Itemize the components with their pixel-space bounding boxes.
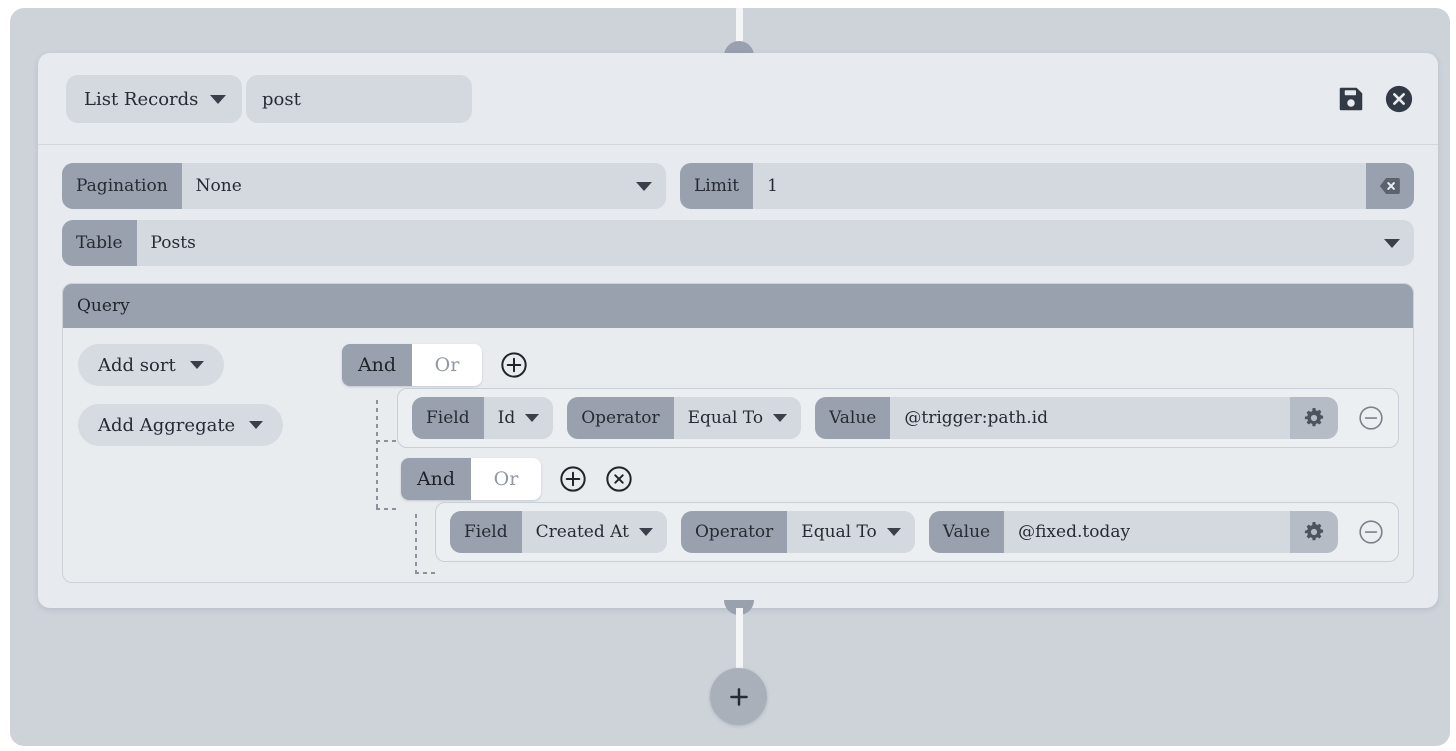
chevron-down-icon — [638, 528, 653, 536]
chevron-down-icon — [773, 414, 788, 422]
value-value: @trigger:path.id — [904, 408, 1048, 428]
field-label: Field — [450, 511, 522, 553]
field-label: Field — [412, 397, 484, 439]
close-circle-icon[interactable] — [1384, 84, 1414, 114]
condition-row: Field Id Operator Equal To Value @trigge… — [397, 388, 1399, 448]
value-label: Value — [815, 397, 891, 439]
condition-field-select[interactable]: Field Id — [412, 397, 554, 439]
add-step-button[interactable] — [710, 668, 767, 725]
condition-group-nested: And Or — [401, 458, 1399, 500]
list-records-node-card: List Records post Pagination None Limit … — [38, 53, 1438, 608]
operator-value: Equal To — [687, 408, 764, 428]
condition-field-select[interactable]: Field Created At — [450, 511, 667, 553]
save-icon[interactable] — [1336, 84, 1366, 114]
node-name-value: post — [262, 88, 301, 110]
query-builder: Add sort Add Aggregate And Or Field Id O… — [63, 328, 1413, 582]
plus-circle-icon[interactable] — [559, 465, 587, 493]
chevron-down-icon — [525, 414, 540, 422]
conjunction-or-option[interactable]: Or — [412, 344, 482, 386]
conjunction-and-option[interactable]: And — [401, 458, 471, 500]
pagination-label: Pagination — [62, 163, 182, 209]
chevron-down-icon — [886, 528, 901, 536]
chevron-down-icon — [210, 94, 227, 104]
chevron-down-icon — [189, 361, 204, 369]
gear-icon[interactable] — [1290, 511, 1338, 553]
pagination-limit-row: Pagination None Limit 1 — [62, 163, 1414, 209]
node-header: List Records post — [38, 53, 1438, 145]
pagination-value: None — [195, 176, 242, 196]
plus-circle-icon[interactable] — [500, 351, 528, 379]
condition-operator-select[interactable]: Operator Equal To — [680, 511, 915, 553]
conjunction-and-option[interactable]: And — [342, 344, 412, 386]
query-panel-title: Query — [63, 284, 1413, 328]
backspace-clear-icon[interactable] — [1366, 163, 1414, 209]
limit-label: Limit — [680, 163, 754, 209]
condition-row: Field Created At Operator Equal To Value… — [435, 502, 1399, 562]
field-value: Created At — [535, 522, 629, 542]
conjunction-or-option[interactable]: Or — [471, 458, 541, 500]
query-panel: Query Add sort Add Aggregate And Or Fiel… — [62, 283, 1414, 583]
condition-row-1-wrapper: Field Id Operator Equal To Value @trigge… — [397, 388, 1399, 448]
operation-select-label: List Records — [84, 88, 199, 110]
table-field[interactable]: Table Posts — [62, 220, 1414, 266]
condition-operator-select[interactable]: Operator Equal To — [567, 397, 802, 439]
operator-label: Operator — [680, 511, 788, 553]
condition-value-input[interactable]: Value @trigger:path.id — [815, 397, 1338, 439]
limit-value: 1 — [767, 176, 778, 196]
gear-icon[interactable] — [1290, 397, 1338, 439]
pagination-field[interactable]: Pagination None — [62, 163, 666, 209]
minus-circle-icon[interactable] — [1358, 405, 1384, 431]
plus-icon — [729, 687, 748, 706]
value-value: @fixed.today — [1018, 522, 1131, 542]
value-label: Value — [928, 511, 1005, 553]
minus-circle-icon[interactable] — [1358, 519, 1384, 545]
group-conjunction-toggle-nested[interactable]: And Or — [401, 458, 541, 500]
table-value: Posts — [150, 233, 196, 253]
field-value: Id — [497, 408, 516, 428]
node-body: Pagination None Limit 1 Table Posts Quer… — [38, 145, 1438, 583]
chevron-down-icon — [636, 181, 652, 191]
condition-value-input[interactable]: Value @fixed.today — [928, 511, 1338, 553]
node-name-input[interactable]: post — [246, 75, 472, 123]
chevron-down-icon — [249, 421, 264, 429]
add-sort-label: Add sort — [98, 354, 176, 376]
add-sort-button[interactable]: Add sort — [78, 344, 224, 386]
operator-label: Operator — [567, 397, 674, 439]
chevron-down-icon — [1384, 238, 1400, 248]
condition-row-2-wrapper: Field Created At Operator Equal To Value… — [435, 502, 1399, 562]
node-header-actions — [1336, 53, 1414, 145]
x-circle-icon[interactable] — [605, 465, 633, 493]
add-aggregate-button[interactable]: Add Aggregate — [78, 404, 284, 446]
limit-field[interactable]: Limit 1 — [680, 163, 1414, 209]
group-conjunction-toggle-root[interactable]: And Or — [342, 344, 482, 386]
condition-group-root: And Or — [342, 344, 1399, 386]
operation-select[interactable]: List Records — [66, 75, 243, 123]
add-aggregate-label: Add Aggregate — [98, 414, 236, 436]
query-left-actions: Add sort Add Aggregate — [78, 344, 318, 464]
flow-canvas: List Records post Pagination None Limit … — [10, 8, 1450, 746]
limit-input[interactable]: 1 — [753, 163, 1366, 209]
operator-value: Equal To — [801, 522, 877, 542]
table-label: Table — [62, 220, 137, 266]
